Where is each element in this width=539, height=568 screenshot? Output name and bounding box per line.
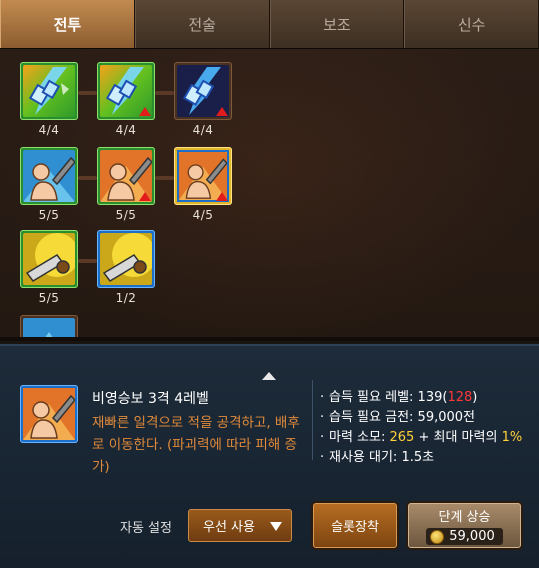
upgrade-cost: 59,000 [426, 528, 503, 545]
req-level-line: · 습득 필요 레벨: 139(128) [320, 390, 478, 405]
tree-connector [155, 91, 174, 95]
skill-slot[interactable]: 4/4 [174, 62, 232, 137]
skill-slot[interactable]: 4/4 [97, 62, 155, 137]
dash-strike-skill-icon [20, 385, 78, 443]
skill-level: 1/2 [115, 291, 137, 305]
skill-slot[interactable]: 4/4 [20, 62, 78, 137]
skill-slot[interactable] [20, 315, 78, 341]
upgrade-button[interactable]: 단계 상승 59,000 [408, 503, 521, 548]
dash-strike-skill-icon [23, 150, 75, 202]
tab-support[interactable]: 보조 [269, 0, 405, 48]
req-gold-line: · 습득 필요 금전: 59,000전 [320, 410, 475, 425]
skill-category-tabs: 전투 전술 보조 신수 [0, 0, 539, 49]
slot-equip-label: 슬롯장착 [331, 520, 379, 535]
skill-level: 5/5 [38, 291, 60, 305]
coin-icon [430, 529, 445, 544]
tab-combat[interactable]: 전투 [0, 0, 135, 48]
skill-level: 5/5 [38, 208, 60, 222]
skill-level: 4/4 [38, 123, 60, 137]
skill-frame [97, 62, 155, 120]
upgrade-available-icon [216, 107, 228, 116]
slot-equip-button[interactable]: 슬롯장착 [313, 503, 397, 548]
sword-slash-skill-icon [100, 233, 152, 285]
skill-tree: 4/4 4/4 4/4 5/5 5/5 4/5 5/5 1/2 [0, 49, 539, 341]
tab-divine-beast[interactable]: 신수 [404, 0, 539, 48]
skill-level: 4/5 [192, 208, 214, 222]
skill-slot[interactable]: 5/5 [97, 147, 155, 222]
skill-slot-selected[interactable]: 4/5 [174, 147, 232, 222]
tree-connector [78, 91, 97, 95]
upgrade-available-icon [216, 192, 228, 201]
skill-name: 비영승보 3격 4레벨 [92, 391, 209, 407]
skill-slot[interactable]: 5/5 [20, 147, 78, 222]
upgrade-available-icon [139, 107, 151, 116]
blue-crystal-skill-icon [23, 65, 75, 117]
chevron-down-icon [270, 522, 282, 531]
divider [312, 380, 313, 460]
skill-level: 4/4 [192, 123, 214, 137]
skill-frame [174, 62, 232, 120]
skill-frame [20, 62, 78, 120]
skill-frame [174, 147, 232, 205]
skill-frame [20, 230, 78, 288]
skill-frame [97, 147, 155, 205]
dropdown-value: 우선 사용 [203, 520, 255, 535]
tree-connector [78, 176, 97, 180]
tab-tactics[interactable]: 전술 [134, 0, 270, 48]
skill-level: 4/4 [115, 123, 137, 137]
skill-frame [20, 147, 78, 205]
skill-slot[interactable]: 1/2 [97, 230, 155, 305]
upgrade-cost-value: 59,000 [449, 529, 495, 544]
skill-requirements: · 습득 필요 레벨: 139(128) · 습득 필요 금전: 59,000전 ·… [320, 388, 522, 468]
mana-cost-line: · 마력 소모: 265 + 최대 마력의 1% [320, 430, 523, 445]
sword-slash-skill-icon [23, 233, 75, 285]
auto-setting-label: 자동 설정 [120, 521, 172, 536]
upgrade-available-icon [139, 192, 151, 201]
tree-connector [78, 259, 97, 263]
skill-description: 재빠른 일격으로 적을 공격하고, 배후로 이동한다. (파괴력에 따라 피해 … [92, 415, 300, 475]
tree-connector [155, 176, 174, 180]
current-level: 128 [447, 390, 473, 405]
skill-slot[interactable]: 5/5 [20, 230, 78, 305]
skill-level: 5/5 [115, 208, 137, 222]
collapse-up-icon[interactable] [262, 372, 276, 380]
skill-frame [97, 230, 155, 288]
skill-frame [20, 315, 78, 341]
upgrade-label: 단계 상승 [438, 510, 491, 525]
cooldown-line: · 재사용 대기: 1.5초 [320, 450, 435, 465]
auto-setting-dropdown[interactable]: 우선 사용 [188, 509, 292, 542]
skill-icon [23, 318, 75, 341]
